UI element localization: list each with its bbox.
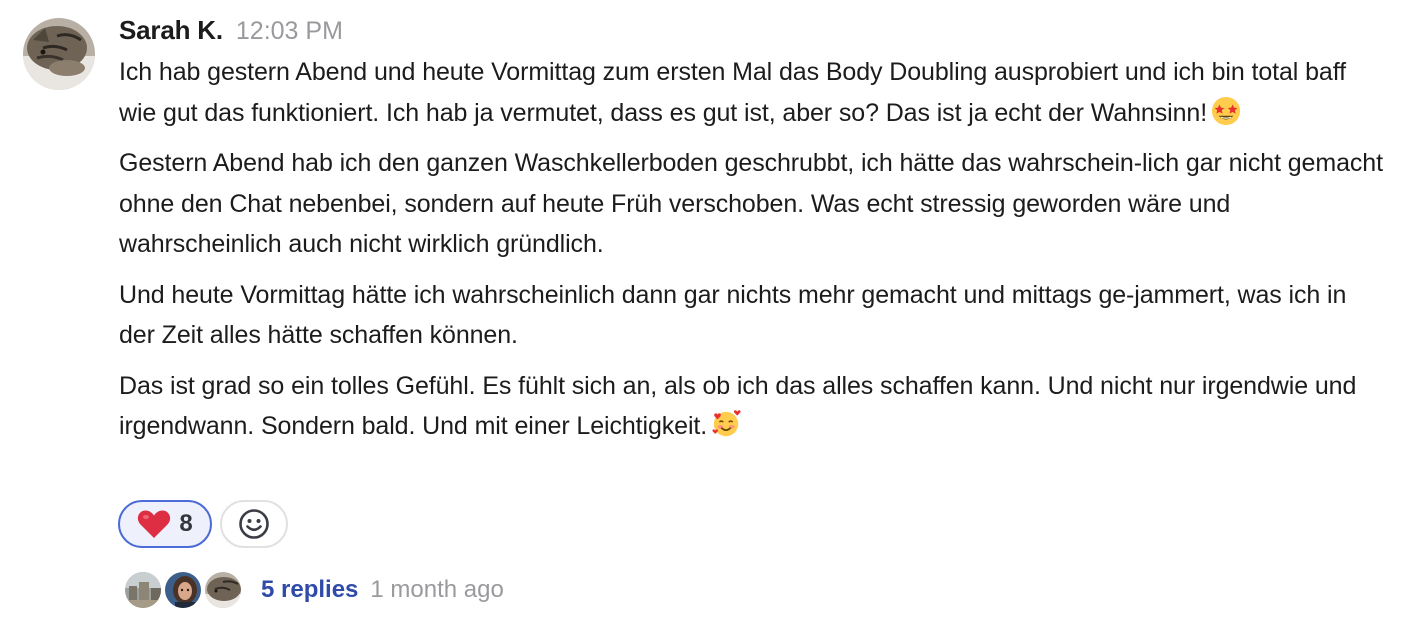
author-name[interactable]: Sarah K. [119,10,223,50]
reply-avatar [163,570,203,610]
reaction-count: 8 [179,510,193,537]
smiling-face-with-hearts-emoji-icon [712,410,741,437]
replies-link[interactable]: 5 replies [261,576,358,604]
person-photo-icon [165,572,201,608]
smiley-add-icon [239,509,269,539]
reactions-bar: 8 [118,500,288,548]
reply-avatar [203,570,243,610]
message-paragraph: Ich hab gestern Abend und heute Vormitta… [119,52,1384,133]
red-heart-icon [138,510,171,538]
message-content: Sarah K. 12:03 PM Ich hab gestern Abend … [119,10,1384,457]
thread-avatars [123,570,247,610]
add-reaction-button[interactable] [220,500,288,548]
reply-avatar [123,570,163,610]
cat-photo-icon [23,18,95,90]
last-reply-time: 1 month ago [370,576,504,603]
message-paragraph-text: Ich hab gestern Abend und heute Vormitta… [119,58,1346,127]
message-paragraph: Das ist grad so ein tolles Gefühl. Es fü… [119,366,1384,447]
message-paragraph: Gestern Abend hab ich den ganzen Waschke… [119,149,1383,258]
message-paragraph: Und heute Vormittag hätte ich wahrschein… [119,280,1347,350]
thread-summary[interactable]: 5 replies 1 month ago [123,570,504,610]
chat-message: Sarah K. 12:03 PM Ich hab gestern Abend … [0,0,1402,632]
message-header: Sarah K. 12:03 PM [119,10,1384,50]
heart-reaction-button[interactable]: 8 [118,500,212,548]
landscape-photo-icon [125,572,161,608]
star-struck-emoji-icon [1211,96,1241,125]
author-avatar[interactable] [23,18,95,90]
message-timestamp[interactable]: 12:03 PM [236,11,343,51]
cat-photo-icon [205,572,241,608]
